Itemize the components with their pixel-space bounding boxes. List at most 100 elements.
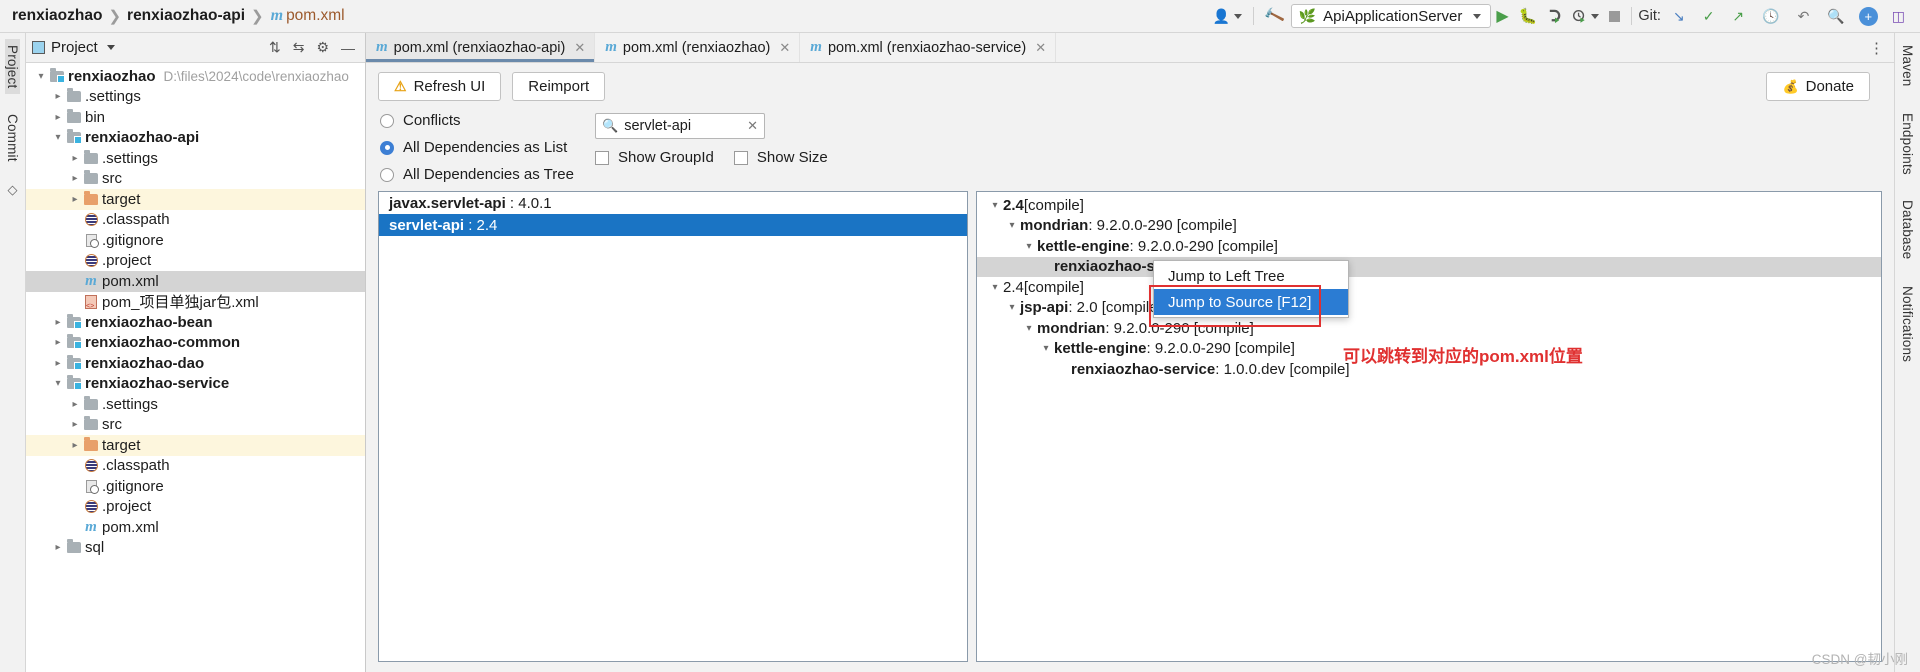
donate-button[interactable]: 💰 Donate — [1766, 72, 1870, 101]
git-commit-icon[interactable]: ✓ — [1694, 3, 1724, 29]
git-update-icon[interactable]: ↘ — [1664, 3, 1694, 29]
chevron-right-icon[interactable]: ▸ — [51, 317, 65, 328]
tree-node--classpath[interactable]: ▸.classpath — [26, 456, 365, 477]
undo-icon[interactable]: ↶ — [1789, 3, 1819, 29]
tree-node-renxiaozhao[interactable]: ▾ renxiaozhao D:\files\2024\code\renxiaozh… — [26, 66, 365, 87]
tree-node-src[interactable]: ▸ src — [26, 169, 365, 190]
chevron-right-icon[interactable]: ▸ — [68, 153, 82, 164]
chevron-down-icon[interactable]: ▾ — [51, 378, 65, 389]
chevron-right-icon[interactable]: ▸ — [68, 419, 82, 430]
refresh-ui-button[interactable]: ⚠ Refresh UI — [378, 72, 502, 101]
settings-plus-icon[interactable]: + — [1854, 3, 1883, 29]
close-icon[interactable]: ✕ — [574, 40, 585, 56]
tree-node-renxiaozhao-dao[interactable]: ▸ renxiaozhao-dao — [26, 353, 365, 374]
chevron-right-icon[interactable]: ▸ — [51, 337, 65, 348]
git-push-icon[interactable]: ↗ — [1723, 3, 1753, 29]
chevron-right-icon[interactable]: ▸ — [68, 440, 82, 451]
chevron-down-icon[interactable]: ▾ — [987, 200, 1003, 211]
stop-icon[interactable] — [1604, 3, 1625, 29]
chevron-down-icon[interactable]: ▾ — [1021, 323, 1037, 334]
tree-node-sql[interactable]: ▸ sql — [26, 538, 365, 559]
dependency-tree-node-5[interactable]: ▾ jsp-api : 2.0 [compile] — [977, 298, 1881, 319]
search-everywhere-icon[interactable]: 🔍 — [1818, 3, 1853, 29]
tree-node-renxiaozhao-common[interactable]: ▸ renxiaozhao-common — [26, 333, 365, 354]
tree-node--gitignore[interactable]: ▸.gitignore — [26, 230, 365, 251]
tree-node-renxiaozhao-service[interactable]: ▾ renxiaozhao-service — [26, 374, 365, 395]
dependency-list-pane[interactable]: javax.servlet-api : 4.0.1 servlet-api : 2… — [378, 191, 968, 662]
radio-all-dependencies-tree[interactable]: All Dependencies as Tree — [380, 166, 595, 183]
dependency-tree-node-1[interactable]: ▾ mondrian : 9.2.0.0-290 [compile] — [977, 216, 1881, 237]
breadcrumb-item-project[interactable]: renxiaozhao — [8, 7, 106, 25]
tree-node-src[interactable]: ▸ src — [26, 415, 365, 436]
close-icon[interactable]: ✕ — [1035, 40, 1046, 56]
chevron-right-icon[interactable]: ▸ — [51, 112, 65, 123]
tree-node-pom-jar-xml[interactable]: ▸pom_项目单独jar包.xml — [26, 292, 365, 313]
breadcrumb-item-file[interactable]: pom.xml — [283, 7, 345, 25]
run-coverage-icon[interactable] — [1542, 3, 1567, 29]
sidebar-item-database[interactable]: Database — [1900, 194, 1915, 265]
dependency-item-1[interactable]: servlet-api : 2.4 — [379, 214, 967, 236]
chevron-down-icon[interactable]: ▾ — [51, 132, 65, 143]
tree-node--gitignore[interactable]: ▸.gitignore — [26, 476, 365, 497]
dependency-tree-pane[interactable]: ▾ 2.4 [compile] ▾ mondrian : 9.2.0.0-290 [c… — [976, 191, 1882, 662]
chevron-down-icon[interactable]: ▾ — [987, 282, 1003, 293]
tree-node-target[interactable]: ▸ target — [26, 435, 365, 456]
tree-node--settings[interactable]: ▸ .settings — [26, 394, 365, 415]
tree-node-pom-xml[interactable]: ▸mpom.xml — [26, 517, 365, 538]
dependency-item-0[interactable]: javax.servlet-api : 4.0.1 — [379, 192, 967, 214]
chevron-down-icon[interactable]: ▾ — [1038, 343, 1054, 354]
profiler-icon[interactable] — [1567, 3, 1604, 29]
person-icon[interactable]: 👤 — [1208, 3, 1247, 29]
radio-conflicts[interactable]: Conflicts — [380, 112, 595, 129]
tree-node-pom-xml[interactable]: ▸mpom.xml — [26, 271, 365, 292]
sidebar-item-endpoints[interactable]: Endpoints — [1900, 107, 1915, 181]
chevron-right-icon[interactable]: ▸ — [68, 194, 82, 205]
tree-node--settings[interactable]: ▸ .settings — [26, 87, 365, 108]
chevron-down-icon[interactable]: ▾ — [34, 71, 48, 82]
chevron-down-icon[interactable]: ▾ — [1021, 241, 1037, 252]
tree-node-bin[interactable]: ▸ bin — [26, 107, 365, 128]
sidebar-item-maven[interactable]: Maven — [1900, 39, 1915, 93]
reimport-button[interactable]: Reimport — [512, 72, 606, 101]
chevron-right-icon[interactable]: ▸ — [51, 91, 65, 102]
tree-node-renxiaozhao-bean[interactable]: ▸ renxiaozhao-bean — [26, 312, 365, 333]
chevron-right-icon[interactable]: ▸ — [51, 358, 65, 369]
run-icon[interactable]: ▶ — [1491, 3, 1513, 29]
dependency-tree-node-4[interactable]: ▾ 2.4 [compile] — [977, 277, 1881, 298]
hide-icon[interactable]: — — [341, 40, 355, 56]
checkbox-show-size[interactable]: Show Size — [733, 149, 828, 166]
expand-all-icon[interactable]: ⇆ — [293, 39, 305, 56]
gear-icon[interactable]: ⚙ — [316, 39, 329, 56]
context-menu-item-1[interactable]: Jump to Source [F12] — [1154, 289, 1348, 315]
sidebar-item-notifications[interactable]: Notifications — [1900, 280, 1915, 368]
layout-icon[interactable]: ◫ — [1883, 3, 1914, 29]
project-tree[interactable]: ▾ renxiaozhao D:\files\2024\code\renxiaozh… — [26, 63, 365, 672]
sidebar-item-commit[interactable]: Commit — [5, 108, 20, 168]
close-icon[interactable]: ✕ — [779, 40, 790, 56]
sidebar-item-project[interactable]: Project — [5, 39, 20, 95]
tree-node--project[interactable]: ▸.project — [26, 497, 365, 518]
context-menu[interactable]: Jump to Left Tree Jump to Source [F12] — [1153, 260, 1349, 318]
run-configuration-selector[interactable]: 🌿 ApiApplicationServer — [1290, 4, 1492, 28]
chevron-right-icon[interactable]: ▸ — [68, 173, 82, 184]
chevron-down-icon[interactable]: ▾ — [1004, 302, 1020, 313]
breadcrumb-item-module[interactable]: renxiaozhao-api — [123, 7, 249, 25]
tree-node-target[interactable]: ▸ target — [26, 189, 365, 210]
chevron-down-icon[interactable]: ▾ — [1004, 220, 1020, 231]
radio-all-dependencies-list[interactable]: All Dependencies as List — [380, 139, 595, 156]
dependency-tree-node-6[interactable]: ▾ mondrian : 9.2.0.0-290 [compile] — [977, 318, 1881, 339]
structure-icon[interactable]: ◇ — [8, 182, 18, 198]
chevron-down-icon[interactable] — [106, 45, 115, 50]
collapse-all-icon[interactable]: ⇅ — [269, 39, 281, 56]
dependency-tree-node-3[interactable]: renxiaozhao-s — [977, 256, 1881, 277]
clear-search-icon[interactable]: ✕ — [747, 118, 758, 134]
tree-node--project[interactable]: ▸.project — [26, 251, 365, 272]
checkbox-show-groupid[interactable]: Show GroupId — [595, 149, 714, 166]
tree-node--classpath[interactable]: ▸.classpath — [26, 210, 365, 231]
debug-icon[interactable]: 🐛 — [1514, 3, 1543, 29]
more-options-icon[interactable]: ⋮ — [1859, 33, 1894, 62]
hammer-icon[interactable]: 🔨 — [1260, 3, 1289, 29]
dependency-tree-node-2[interactable]: ▾ kettle-engine : 9.2.0.0-290 [compile] — [977, 236, 1881, 257]
editor-tab-1[interactable]: m pom.xml (renxiaozhao) ✕ — [595, 33, 801, 62]
search-input[interactable]: 🔍 servlet-api ✕ — [595, 113, 765, 139]
